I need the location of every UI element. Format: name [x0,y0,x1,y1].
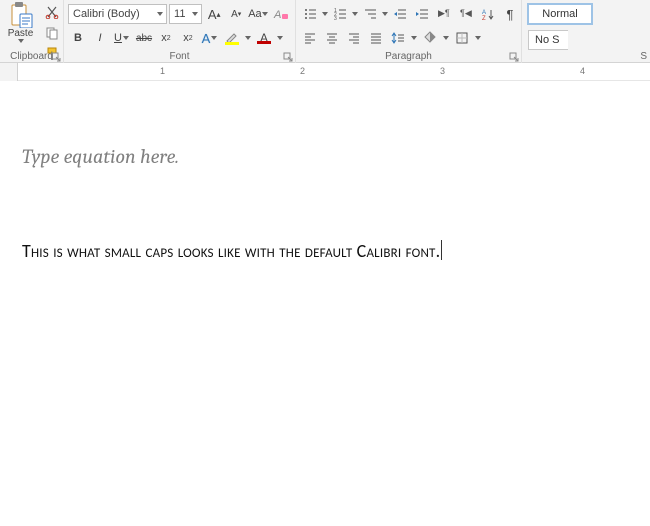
chevron-down-icon[interactable] [244,36,252,40]
font-color-swatch [257,41,271,44]
chevron-down-icon[interactable] [474,36,482,40]
paragraph-group: 123 ▶¶ ¶◀ AZ ¶ Paragraph [296,0,522,63]
highlight-color-swatch [225,42,239,45]
clipboard-group: Paste Clipboard [0,0,64,63]
show-hide-marks-button[interactable]: ¶ [500,4,520,24]
font-group: Calibri (Body) 11 A▴ A▾ Aa A B I U abc x… [64,0,296,63]
bold-button[interactable]: B [68,28,88,48]
horizontal-ruler[interactable]: 1 2 3 4 [0,63,650,81]
svg-text:3: 3 [334,16,337,21]
change-case-label: Aa [248,8,261,20]
chevron-down-icon [191,12,199,16]
document-page[interactable]: Type equation here. This is what small c… [0,81,650,262]
chevron-down-icon [156,12,164,16]
multilevel-list-button[interactable] [360,4,380,24]
chevron-down-icon[interactable] [382,12,388,16]
italic-button[interactable]: I [90,28,110,48]
svg-text:▶¶: ▶¶ [438,8,450,18]
paragraph-group-label: Paragraph [296,50,521,63]
chevron-down-icon [210,36,218,40]
clear-formatting-button[interactable]: A [271,4,291,24]
sort-button[interactable]: AZ [478,4,498,24]
font-dialog-launcher-icon[interactable] [283,52,293,62]
text-effects-button[interactable]: A [200,28,220,48]
shrink-font-button[interactable]: A▾ [226,4,246,24]
chevron-down-icon [262,12,269,16]
smallcaps-sample-text[interactable]: This is what small caps looks like with … [22,240,628,262]
font-group-label: Font [64,50,295,63]
style-no-spacing[interactable]: No S [528,30,568,50]
rtl-direction-button[interactable]: ¶◀ [456,4,476,24]
font-size-value: 11 [174,8,185,20]
svg-text:¶◀: ¶◀ [460,8,472,18]
clipboard-dialog-launcher-icon[interactable] [51,52,61,62]
style-normal[interactable]: Normal [528,4,592,24]
superscript-button[interactable]: x2 [178,28,198,48]
align-center-button[interactable] [322,28,342,48]
underline-button[interactable]: U [112,28,132,48]
text-effects-label: A [202,31,211,46]
line-spacing-button[interactable] [388,28,408,48]
font-size-combo[interactable]: 11 [169,4,202,24]
smallcaps-text-content: This is what small caps looks like with … [22,240,440,262]
text-cursor [441,240,442,260]
grow-font-button[interactable]: A▴ [204,4,224,24]
chevron-down-icon [122,36,130,40]
chevron-down-icon[interactable] [276,36,284,40]
svg-text:A: A [273,9,281,21]
borders-button[interactable] [452,28,472,48]
chevron-down-icon[interactable] [322,12,328,16]
numbering-button[interactable]: 123 [330,4,350,24]
paste-button[interactable]: Paste [2,2,40,43]
justify-button[interactable] [366,28,386,48]
strikethrough-button[interactable]: abc [134,28,154,48]
increase-indent-button[interactable] [412,4,432,24]
tab-selector[interactable] [0,63,18,81]
align-right-button[interactable] [344,28,364,48]
font-name-combo[interactable]: Calibri (Body) [68,4,167,24]
cut-button[interactable] [42,2,62,22]
change-case-button[interactable]: Aa [248,4,269,24]
shading-button[interactable] [420,28,440,48]
font-color-button[interactable]: A [254,28,274,48]
svg-text:Z: Z [482,16,486,21]
ruler-mark: 3 [440,66,445,76]
font-name-value: Calibri (Body) [73,8,140,20]
ruler-mark: 1 [160,66,165,76]
ribbon: Paste Clipboard Calibri (Body) 11 A▴ A▾ … [0,0,650,63]
paste-label: Paste [8,28,34,39]
subscript-button[interactable]: x2 [156,28,176,48]
underline-label: U [114,32,122,44]
chevron-down-icon[interactable] [442,36,450,40]
decrease-indent-button[interactable] [390,4,410,24]
highlight-color-button[interactable] [222,28,242,48]
styles-group: Normal No S S [522,0,650,63]
paste-dropdown-icon[interactable] [17,39,25,43]
styles-group-label: S [522,50,650,63]
bullets-button[interactable] [300,4,320,24]
equation-placeholder[interactable]: Type equation here. [22,145,628,168]
chevron-down-icon[interactable] [410,36,418,40]
paragraph-dialog-launcher-icon[interactable] [509,52,519,62]
ruler-mark: 4 [580,66,585,76]
ltr-direction-button[interactable]: ▶¶ [434,4,454,24]
chevron-down-icon[interactable] [352,12,358,16]
align-left-button[interactable] [300,28,320,48]
copy-button[interactable] [42,23,62,43]
ruler-mark: 2 [300,66,305,76]
